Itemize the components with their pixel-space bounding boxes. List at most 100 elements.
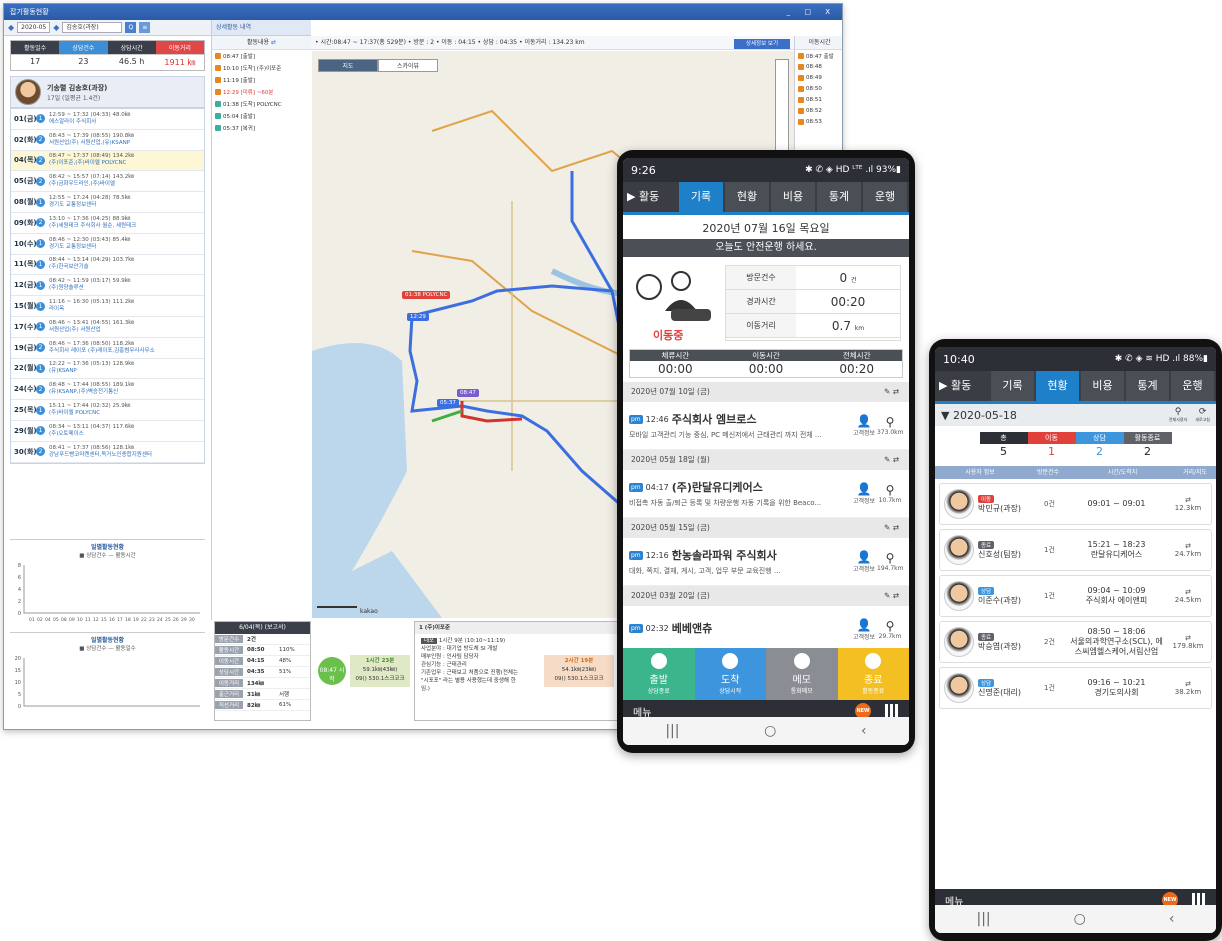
tab-stats[interactable]: 통계 bbox=[817, 182, 861, 212]
depart-button[interactable]: 출발 상담종료 bbox=[623, 648, 695, 700]
tab-map[interactable]: 지도 bbox=[318, 59, 378, 72]
distance-map-button[interactable]: ⇄ 24.7km bbox=[1169, 542, 1207, 558]
search-button[interactable]: Q bbox=[125, 22, 137, 33]
activity-menu[interactable]: ▶ 활동 bbox=[623, 182, 679, 212]
user-card[interactable]: 상담 신명준(대리) 1건 09:16 ~ 10:21 경기도의사회 ⇄ 38.2km bbox=[939, 667, 1212, 709]
route-icon[interactable]: ⇄ bbox=[893, 523, 899, 532]
record-item[interactable]: pm 02:32 베베앤츄 👤 고객정보 ⚲ 29.7km bbox=[623, 606, 909, 654]
distance-button[interactable]: ⚲ 29.7km bbox=[877, 619, 903, 640]
activity-menu[interactable]: ▶ 활동 bbox=[935, 371, 991, 401]
customer-info-button[interactable]: 👤 고객정보 bbox=[851, 482, 877, 505]
activity-item[interactable]: 10:10 [도착] (주)이포준 bbox=[212, 62, 311, 74]
record-item[interactable]: pm 12:16 한농솔라파워 주식회사 대화, 쪽지, 결재, 게시, 고객, 업무… bbox=[623, 538, 909, 586]
move-time-item[interactable]: 08:50 bbox=[795, 83, 842, 94]
tab-status[interactable]: 현황 bbox=[1036, 371, 1079, 401]
user-card[interactable]: 종료 박승엽(과장) 2건 08:50 ~ 18:06 서울의과학연구소(SCL), 에… bbox=[939, 621, 1212, 663]
home-icon[interactable]: ○ bbox=[764, 723, 776, 739]
map-pin[interactable]: 08:47 bbox=[457, 389, 479, 397]
edit-icon[interactable]: ✎ bbox=[884, 455, 893, 464]
move-time-item[interactable]: 08:48 bbox=[795, 61, 842, 72]
tab-status[interactable]: 현황 bbox=[725, 182, 769, 212]
day-row[interactable]: 15(월) 1 11:16 ~ 16:30 (05:13) 111.2㎞ 라이옥 bbox=[11, 296, 204, 317]
tab-drive[interactable]: 운행 bbox=[1171, 371, 1214, 401]
move-time-item[interactable]: 08:52 bbox=[795, 105, 842, 116]
all-users-icon[interactable]: ⚲ 전체사용자 bbox=[1169, 407, 1187, 423]
finish-button[interactable]: 종료 활동종료 bbox=[837, 648, 909, 700]
day-row[interactable]: 17(수) 1 08:46 ~ 13:41 (04:55) 161.3㎞ 서원산업(주… bbox=[11, 317, 204, 338]
day-row[interactable]: 29(월) 1 08:34 ~ 13:11 (04:37) 117.6㎞ (주)오토메… bbox=[11, 421, 204, 442]
distance-map-button[interactable]: ⇄ 179.8km bbox=[1169, 634, 1207, 650]
day-row[interactable]: 24(수) 2 08:48 ~ 17:44 (08:55) 189.1㎞ (유)KSA… bbox=[11, 379, 204, 401]
user-card[interactable]: 상담 이준수(과장) 1건 09:04 ~ 10:09 주식회사 에이앤피 ⇄ 24.5km bbox=[939, 575, 1212, 617]
detail-info-button[interactable]: 상세정보 보기 bbox=[734, 39, 790, 49]
recent-apps-icon[interactable]: ||| bbox=[665, 723, 679, 739]
edit-icon[interactable]: ✎ bbox=[884, 387, 893, 396]
person-select[interactable]: 김송호(과장) bbox=[62, 22, 123, 33]
distance-button[interactable]: ⚲ 10.7km bbox=[877, 483, 903, 504]
move-time-item[interactable]: 08:51 bbox=[795, 94, 842, 105]
day-row[interactable]: 01(금) 1 12:59 ~ 17:32 (04:33) 48.0㎞ 에스알라이 주… bbox=[11, 109, 204, 130]
day-row[interactable]: 10(수) 1 08:46 ~ 12:30 (03:43) 85.4㎞ 경기도 교통정… bbox=[11, 234, 204, 255]
tab-stats[interactable]: 통계 bbox=[1126, 371, 1169, 401]
day-row[interactable]: 22(월) 1 12:22 ~ 17:36 (05:13) 128.9㎞ (유)KSA… bbox=[11, 359, 204, 380]
activity-item[interactable]: 08:47 [출발] bbox=[212, 50, 311, 62]
day-row[interactable]: 30(화) 2 08:41 ~ 17:37 (08:56) 128.1㎞ 강남푸드빵코… bbox=[11, 442, 204, 463]
tab-drive[interactable]: 운행 bbox=[863, 182, 907, 212]
recent-apps-icon[interactable]: ||| bbox=[977, 911, 991, 927]
zoom-control[interactable] bbox=[775, 59, 789, 159]
day-row[interactable]: 19(금) 2 08:46 ~ 17:36 (08:50) 118.2㎞ 주식회사 레… bbox=[11, 338, 204, 359]
distance-button[interactable]: ⚲ 194.7km bbox=[877, 551, 904, 572]
move-time-item[interactable]: 08:49 bbox=[795, 72, 842, 83]
day-row[interactable]: 12(금) 1 08:42 ~ 11:59 (03:17) 59.9㎞ (주)원양솔루… bbox=[11, 275, 204, 297]
activity-item[interactable]: 05:04 [출발] bbox=[212, 110, 311, 122]
activity-item[interactable]: 05:37 [복귀] bbox=[212, 122, 311, 134]
day-row[interactable]: 05(금) 2 08:42 ~ 15:57 (07:14) 143.2㎞ (주)금화우… bbox=[11, 171, 204, 193]
map-pin[interactable]: 12:29 bbox=[407, 313, 429, 321]
map-pin[interactable]: 05:37 bbox=[437, 399, 459, 407]
route-icon[interactable]: ⇄ bbox=[893, 591, 899, 600]
refresh-icon[interactable]: ⟳ 새로고침 bbox=[1195, 407, 1210, 423]
distance-map-button[interactable]: ⇄ 24.5km bbox=[1169, 588, 1207, 604]
customer-info-button[interactable]: 👤 고객정보 bbox=[851, 550, 877, 573]
route-icon[interactable]: ⇄ bbox=[893, 455, 899, 464]
tab-expense[interactable]: 비용 bbox=[1081, 371, 1124, 401]
customer-info-button[interactable]: 👤 고객정보 bbox=[851, 414, 877, 437]
grid-icon[interactable] bbox=[885, 704, 899, 718]
export-button[interactable]: ≡ bbox=[139, 22, 151, 33]
distance-button[interactable]: ⚲ 373.0km bbox=[877, 415, 904, 436]
move-time-item[interactable]: 08:53 bbox=[795, 116, 842, 127]
day-row[interactable]: 25(목) 1 15:11 ~ 17:44 (02:32) 25.9㎞ (주)바이엘 … bbox=[11, 400, 204, 421]
route-icon[interactable]: ⇄ bbox=[271, 39, 276, 46]
activity-item[interactable]: 12:29 [미류] ~60분 bbox=[212, 86, 311, 98]
selected-date[interactable]: ▼ 2020-05-18 bbox=[941, 409, 1017, 422]
user-card[interactable]: 종료 신호성(팀장) 1건 15:21 ~ 18:23 란달유디케어스 ⇄ 24.7km bbox=[939, 529, 1212, 571]
window-controls[interactable]: _ □ X bbox=[787, 8, 836, 16]
day-row[interactable]: 11(목) 1 08:44 ~ 13:14 (04:29) 103.7㎞ (주)한국보… bbox=[11, 255, 204, 276]
home-icon[interactable]: ○ bbox=[1074, 911, 1086, 927]
record-item[interactable]: pm 04:17 (주)란달유디케어스 비접촉 자동 출/퇴근 등록 및 차량운행 자… bbox=[623, 470, 909, 518]
day-row[interactable]: 08(월) 1 12:55 ~ 17:24 (04:28) 78.5㎞ 경기도 교통정… bbox=[11, 192, 204, 213]
distance-map-button[interactable]: ⇄ 38.2km bbox=[1169, 680, 1207, 696]
tab-activity-detail[interactable]: 상세활동 내역 bbox=[212, 20, 311, 36]
customer-info-button[interactable]: 👤 고객정보 bbox=[851, 618, 877, 641]
memo-button[interactable]: 메모 통화메모 bbox=[766, 648, 838, 700]
tab-record[interactable]: 기록 bbox=[679, 182, 723, 212]
edit-icon[interactable]: ✎ bbox=[884, 591, 893, 600]
tab-record[interactable]: 기록 bbox=[991, 371, 1034, 401]
map-pin[interactable]: 01:38 POLYCNC bbox=[402, 291, 451, 299]
date-selector[interactable]: ▼ 2020-05-18 ⚲ 전체사용자 ⟳ 새로고침 bbox=[935, 404, 1216, 426]
back-icon[interactable]: ‹ bbox=[861, 723, 867, 739]
move-time-item[interactable]: 08:47 출발 bbox=[795, 50, 842, 61]
record-item[interactable]: pm 12:46 주식회사 엠브로스 모바일 고객관리 기능 중심, PC 메신저에서… bbox=[623, 402, 909, 450]
day-row[interactable]: 04(목) 2 08:47 ~ 17:37 (08:49) 134.2㎞ (주)이포준… bbox=[11, 150, 204, 172]
route-icon[interactable]: ⇄ bbox=[893, 387, 899, 396]
month-select[interactable]: 2020-05 bbox=[17, 22, 51, 33]
tab-skyview[interactable]: 스카이뷰 bbox=[378, 59, 438, 72]
activity-item[interactable]: 01:38 [도착] POLYCNC bbox=[212, 98, 311, 110]
user-card[interactable]: 이동 박민규(과장) 0건 09:01 ~ 09:01 ⇄ 12.3km bbox=[939, 483, 1212, 525]
back-icon[interactable]: ‹ bbox=[1169, 911, 1175, 927]
activity-item[interactable]: 11:19 [출발] bbox=[212, 74, 311, 86]
day-row[interactable]: 09(화) 2 13:10 ~ 17:36 (04:25) 88.9㎞ (주)세원테크… bbox=[11, 213, 204, 234]
arrive-button[interactable]: 도착 상담시작 bbox=[694, 648, 766, 700]
tab-expense[interactable]: 비용 bbox=[771, 182, 815, 212]
